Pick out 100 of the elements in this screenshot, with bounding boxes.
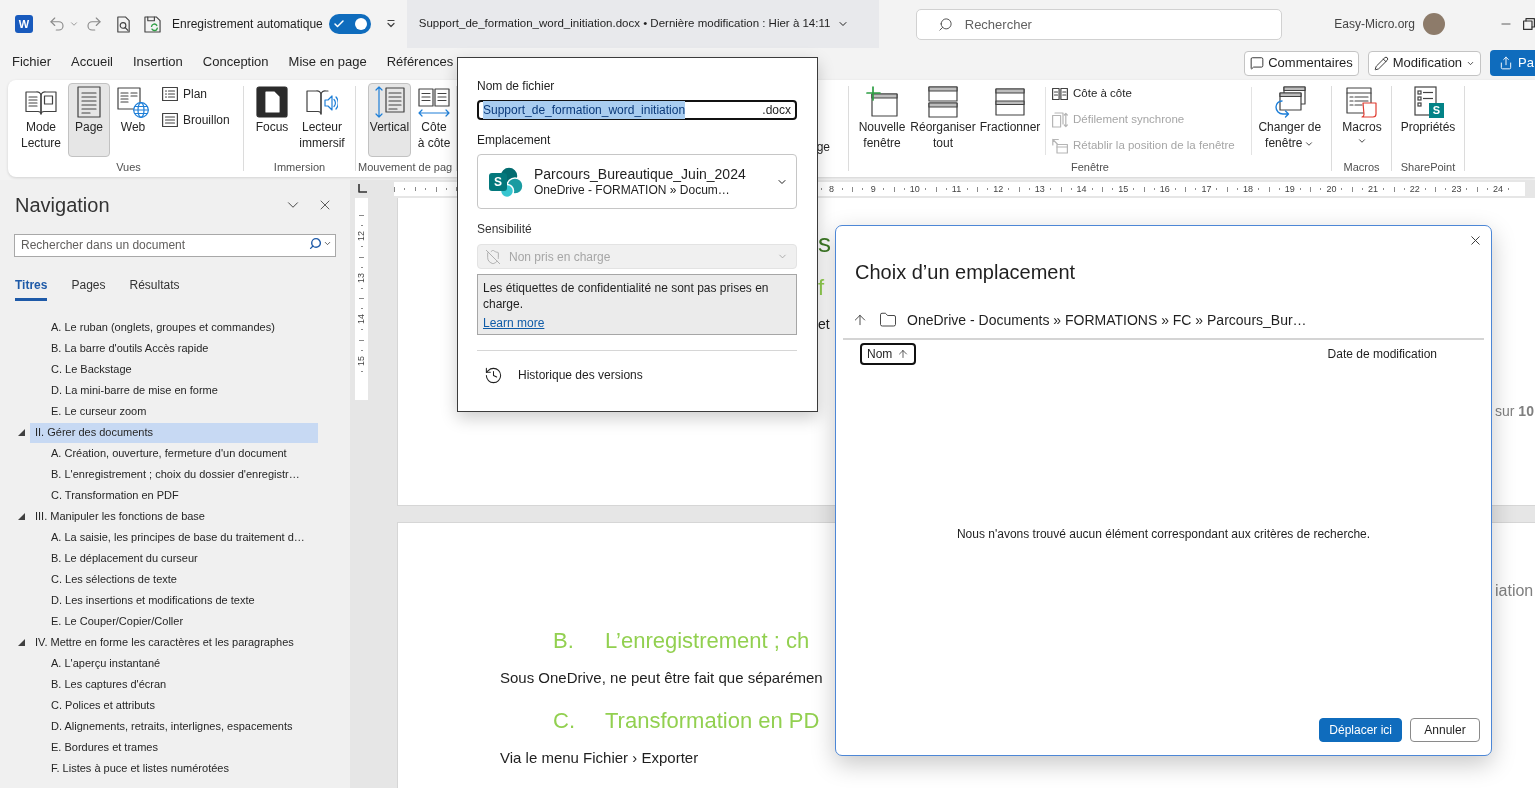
text-fragment: et	[818, 315, 830, 333]
expanded-triangle-icon[interactable]	[18, 513, 25, 520]
subheading-item[interactable]: E. Le Couper/Copier/Coller	[30, 611, 318, 632]
undo-icon[interactable]	[48, 15, 66, 33]
ruler-number: 20	[1325, 184, 1338, 194]
breadcrumb-path: OneDrive - Documents » FORMATIONS » FC » Parcours_Bur…	[907, 310, 1307, 330]
primary-button[interactable]: Déplacer ici	[1319, 718, 1402, 742]
search-icon[interactable]	[309, 237, 322, 250]
document-title-button[interactable]: Support_de_formation_word_initiation.docx • Dernière modification : Hier à 14:11	[406, 0, 879, 48]
ribbon-button[interactable]: Macros	[1336, 83, 1388, 157]
document-search-field[interactable]: Rechercher dans un document	[14, 233, 336, 257]
ruler-number: 8	[828, 184, 836, 194]
text-fragment: f	[818, 275, 825, 301]
ribbon-button[interactable]: Fractionner	[979, 83, 1041, 157]
subheading-item[interactable]: D. Les insertions et modifications de texte	[30, 590, 318, 611]
learn-more-link[interactable]: Learn more	[483, 315, 545, 331]
ribbon-tab[interactable]: Accueil	[65, 50, 119, 76]
expanded-triangle-icon[interactable]	[18, 429, 25, 436]
autosave-label: Enregistrement automatique	[172, 16, 323, 33]
heading-text: Transformation en PD	[605, 707, 820, 735]
cancel-button[interactable]: Annuler	[1410, 718, 1480, 742]
ribbon-tab[interactable]: Conception	[196, 50, 275, 76]
shield-icon	[485, 248, 501, 265]
print-preview-icon[interactable]	[115, 15, 132, 33]
pane-tab[interactable]: Pages	[71, 272, 106, 301]
ribbon-tab[interactable]: Mise en page	[282, 50, 373, 76]
tab-stop-icon[interactable]	[357, 184, 367, 194]
app-logo: W	[15, 15, 33, 33]
text-fragment: s	[818, 228, 831, 258]
ruler-number: 15	[355, 355, 367, 366]
sync-scroll-icon	[1052, 112, 1068, 128]
ribbon-button[interactable]: S Propriétés	[1399, 83, 1457, 157]
ruler-number: 17	[1200, 184, 1213, 194]
heading-text: L’enregistrement ; ch	[605, 627, 810, 655]
heading-item[interactable]: IV. Mettre en forme les caractères et les paragraphes	[30, 632, 318, 653]
location-dropdown[interactable]: S Parcours_Bureautique_Juin_2024 OneDrive - FORMATION » Docum…	[477, 154, 797, 209]
caret-icon[interactable]	[323, 239, 332, 248]
subheading-item[interactable]: E. Bordures et trames	[30, 737, 318, 758]
comments-button[interactable]: Commentaires	[1244, 50, 1359, 76]
ribbon-button[interactable]: Nouvelle fenêtre	[857, 83, 907, 157]
focus-page-icon	[256, 86, 288, 118]
ribbon-small-button[interactable]: Brouillon	[160, 109, 232, 131]
subheading-item[interactable]: E. Le curseur zoom	[30, 401, 318, 422]
expanded-triangle-icon[interactable]	[18, 639, 25, 646]
pane-tab[interactable]: Titres	[15, 272, 48, 301]
ruler-number: 23	[1450, 184, 1463, 194]
ribbon-small-button[interactable]: Côte à côte	[1050, 83, 1134, 105]
subheading-item[interactable]: B. Le déplacement du curseur	[30, 548, 318, 569]
ribbon-small-button[interactable]: Plan	[160, 83, 210, 105]
search-field[interactable]: Rechercher	[915, 8, 1282, 40]
editing-mode-button[interactable]: Modification	[1367, 50, 1482, 76]
subheading-item[interactable]: A. La saisie, les principes de base du traitement d…	[30, 527, 318, 548]
subheading-item[interactable]: B. L'enregistrement ; choix du dossier d'enregistr…	[30, 464, 318, 485]
ruler-number: 24	[1492, 184, 1505, 194]
subheading-item[interactable]: A. Création, ouverture, fermeture d'un document	[30, 443, 318, 464]
group-label: Vues	[116, 160, 141, 175]
ribbon-button[interactable]: Page	[68, 83, 110, 157]
ribbon-button[interactable]: Réorganiser tout	[911, 83, 975, 157]
save-sync-icon[interactable]	[144, 15, 161, 33]
close-icon[interactable]	[1468, 233, 1483, 248]
ribbon-tab[interactable]: Insertion	[126, 50, 189, 76]
heading-item[interactable]: III. Manipuler les fonctions de base	[30, 506, 318, 527]
ribbon-button[interactable]: Web	[112, 83, 154, 157]
subheading-item[interactable]: C. Les sélections de texte	[30, 569, 318, 590]
subheading-item[interactable]: B. La barre d'outils Accès rapide	[30, 338, 318, 359]
ribbon-button[interactable]: Côte à côte	[413, 83, 455, 157]
two-pages-icon	[1052, 86, 1068, 102]
column-header[interactable]: Nom	[860, 343, 917, 365]
page-margin-text: sur 10	[1495, 402, 1534, 420]
ribbon-tab[interactable]: Références	[380, 50, 460, 76]
customize-caret-icon[interactable]	[385, 19, 396, 29]
field-label: Sensibilité	[477, 222, 532, 237]
ribbon-button[interactable]: Changer de fenêtre	[1255, 83, 1324, 157]
subheading-item[interactable]: F. Listes à puce et listes numérotées	[30, 758, 318, 779]
subheading-item[interactable]: C. Transformation en PDF	[30, 485, 318, 506]
subheading-item[interactable]: A. L'aperçu instantané	[30, 653, 318, 674]
ribbon-tab[interactable]: Fichier	[6, 50, 57, 76]
subheading-item[interactable]: D. Alignements, retraits, interlignes, espacements	[30, 716, 318, 737]
ribbon-button[interactable]: Vertical	[368, 83, 411, 157]
subheading-item[interactable]: C. Le Backstage	[30, 359, 318, 380]
pane-tab[interactable]: Résultats	[129, 272, 180, 301]
subheading-item[interactable]: C. Polices et attributs	[30, 695, 318, 716]
column-header[interactable]: Date de modification	[1320, 343, 1444, 365]
window-reset-icon	[1052, 138, 1068, 154]
autosave-toggle[interactable]	[328, 14, 371, 34]
version-history-button[interactable]: Historique des versions	[477, 363, 647, 387]
ribbon-button[interactable]: Mode Lecture	[16, 83, 66, 157]
redo-icon[interactable]	[85, 15, 103, 33]
ribbon-button[interactable]: Lecteur immersif	[295, 83, 349, 157]
file-name-field[interactable]: Support_de_formation_word_initiation .docx	[477, 100, 797, 120]
restore-window-icon[interactable]	[1523, 18, 1535, 30]
ribbon-button[interactable]: Focus	[252, 83, 292, 157]
outline-list-icon	[162, 86, 178, 102]
heading-item[interactable]: II. Gérer des documents	[30, 422, 318, 443]
subheading-item[interactable]: D. La mini-barre de mise en forme	[30, 380, 318, 401]
ruler-number: 11	[950, 184, 963, 194]
subheading-item[interactable]: A. Le ruban (onglets, groupes et commandes)	[30, 317, 318, 338]
avatar-placeholder	[1423, 13, 1445, 35]
share-button[interactable]: Pa	[1490, 50, 1535, 76]
subheading-item[interactable]: B. Les captures d'écran	[30, 674, 318, 695]
